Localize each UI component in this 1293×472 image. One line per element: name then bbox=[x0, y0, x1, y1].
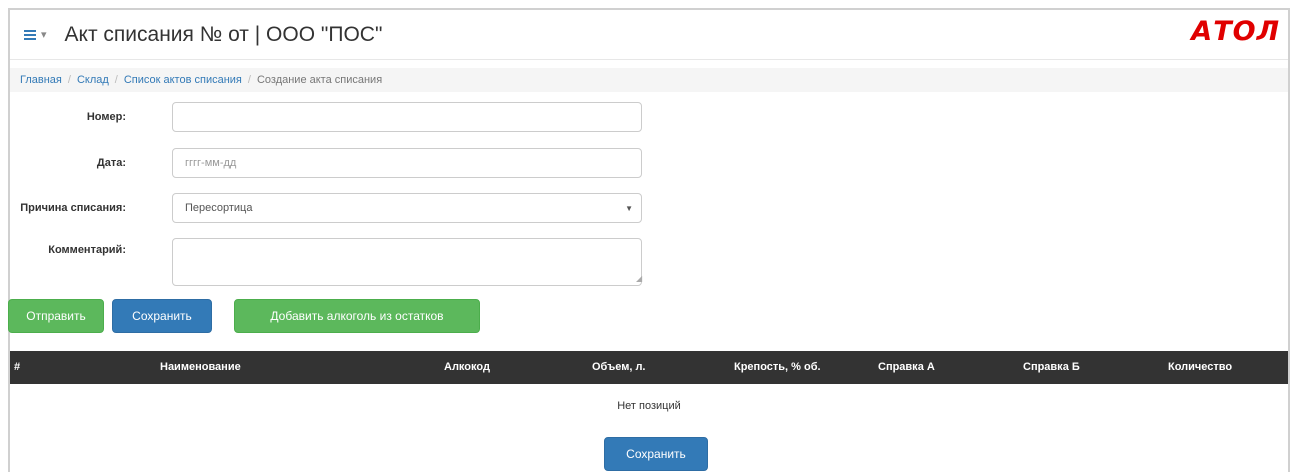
breadcrumb-current: Создание акта списания bbox=[256, 74, 383, 86]
reason-label: Причина списания: bbox=[20, 202, 126, 214]
select-arrow-icon: ▼ bbox=[625, 203, 633, 213]
breadcrumb-warehouse-link[interactable]: Склад bbox=[77, 74, 109, 86]
reason-select[interactable]: Пересортица ▼ bbox=[172, 193, 642, 223]
comment-row: Комментарий: ◢ bbox=[10, 238, 650, 286]
send-button[interactable]: Отправить bbox=[8, 299, 104, 333]
atol-logo: АТОЛ bbox=[1191, 16, 1280, 47]
date-row: Дата: гггг-мм-дд bbox=[10, 148, 650, 178]
column-header-alcocode: Алкокод bbox=[444, 361, 490, 373]
breadcrumb-separator: / bbox=[67, 74, 71, 86]
reason-row: Причина списания: Пересортица ▼ bbox=[10, 193, 650, 223]
resize-grip-icon[interactable]: ◢ bbox=[636, 274, 642, 283]
comment-textarea[interactable] bbox=[172, 238, 642, 286]
save-button[interactable]: Сохранить bbox=[112, 299, 212, 333]
column-header-name: Наименование bbox=[160, 361, 241, 373]
number-row: Номер: bbox=[10, 102, 650, 132]
date-placeholder: гггг-мм-дд bbox=[185, 157, 237, 169]
top-navbar: ▾ Акт списания № от | ООО "ПОС" АТОЛ bbox=[10, 10, 1288, 60]
breadcrumb: Главная / Склад / Список актов списания … bbox=[10, 68, 1288, 92]
menu-toggle-button[interactable]: ▾ bbox=[24, 28, 47, 41]
column-header-volume: Объем, л. bbox=[592, 361, 646, 373]
breadcrumb-writeoff-list-link[interactable]: Список актов списания bbox=[124, 74, 242, 86]
column-header-certificate-b: Справка Б bbox=[1023, 361, 1080, 373]
page-title: Акт списания № от | ООО "ПОС" bbox=[64, 22, 383, 46]
column-header-strength: Крепость, % об. bbox=[734, 361, 821, 373]
number-input[interactable] bbox=[172, 102, 642, 132]
add-alcohol-from-stock-button[interactable]: Добавить алкоголь из остатков bbox=[234, 299, 480, 333]
comment-label: Комментарий: bbox=[48, 244, 126, 256]
caret-down-icon: ▾ bbox=[41, 29, 47, 41]
breadcrumb-home-link[interactable]: Главная bbox=[20, 74, 62, 86]
breadcrumb-separator: / bbox=[247, 74, 251, 86]
hamburger-menu-icon bbox=[24, 29, 36, 40]
save-bottom-button[interactable]: Сохранить bbox=[604, 437, 708, 471]
empty-table-message: Нет позиций bbox=[617, 400, 681, 412]
app-window: ▾ Акт списания № от | ООО "ПОС" АТОЛ Гла… bbox=[8, 8, 1290, 472]
date-input[interactable]: гггг-мм-дд bbox=[172, 148, 642, 178]
column-header-certificate-a: Справка А bbox=[878, 361, 935, 373]
number-label: Номер: bbox=[86, 111, 126, 123]
column-header-index: # bbox=[14, 361, 21, 373]
reason-selected-value: Пересортица bbox=[185, 202, 253, 214]
column-header-quantity: Количество bbox=[1168, 361, 1233, 373]
date-label: Дата: bbox=[96, 157, 126, 169]
breadcrumb-separator: / bbox=[114, 74, 118, 86]
positions-table-header: # Наименование Алкокод Объем, л. Крепост… bbox=[10, 351, 1288, 384]
